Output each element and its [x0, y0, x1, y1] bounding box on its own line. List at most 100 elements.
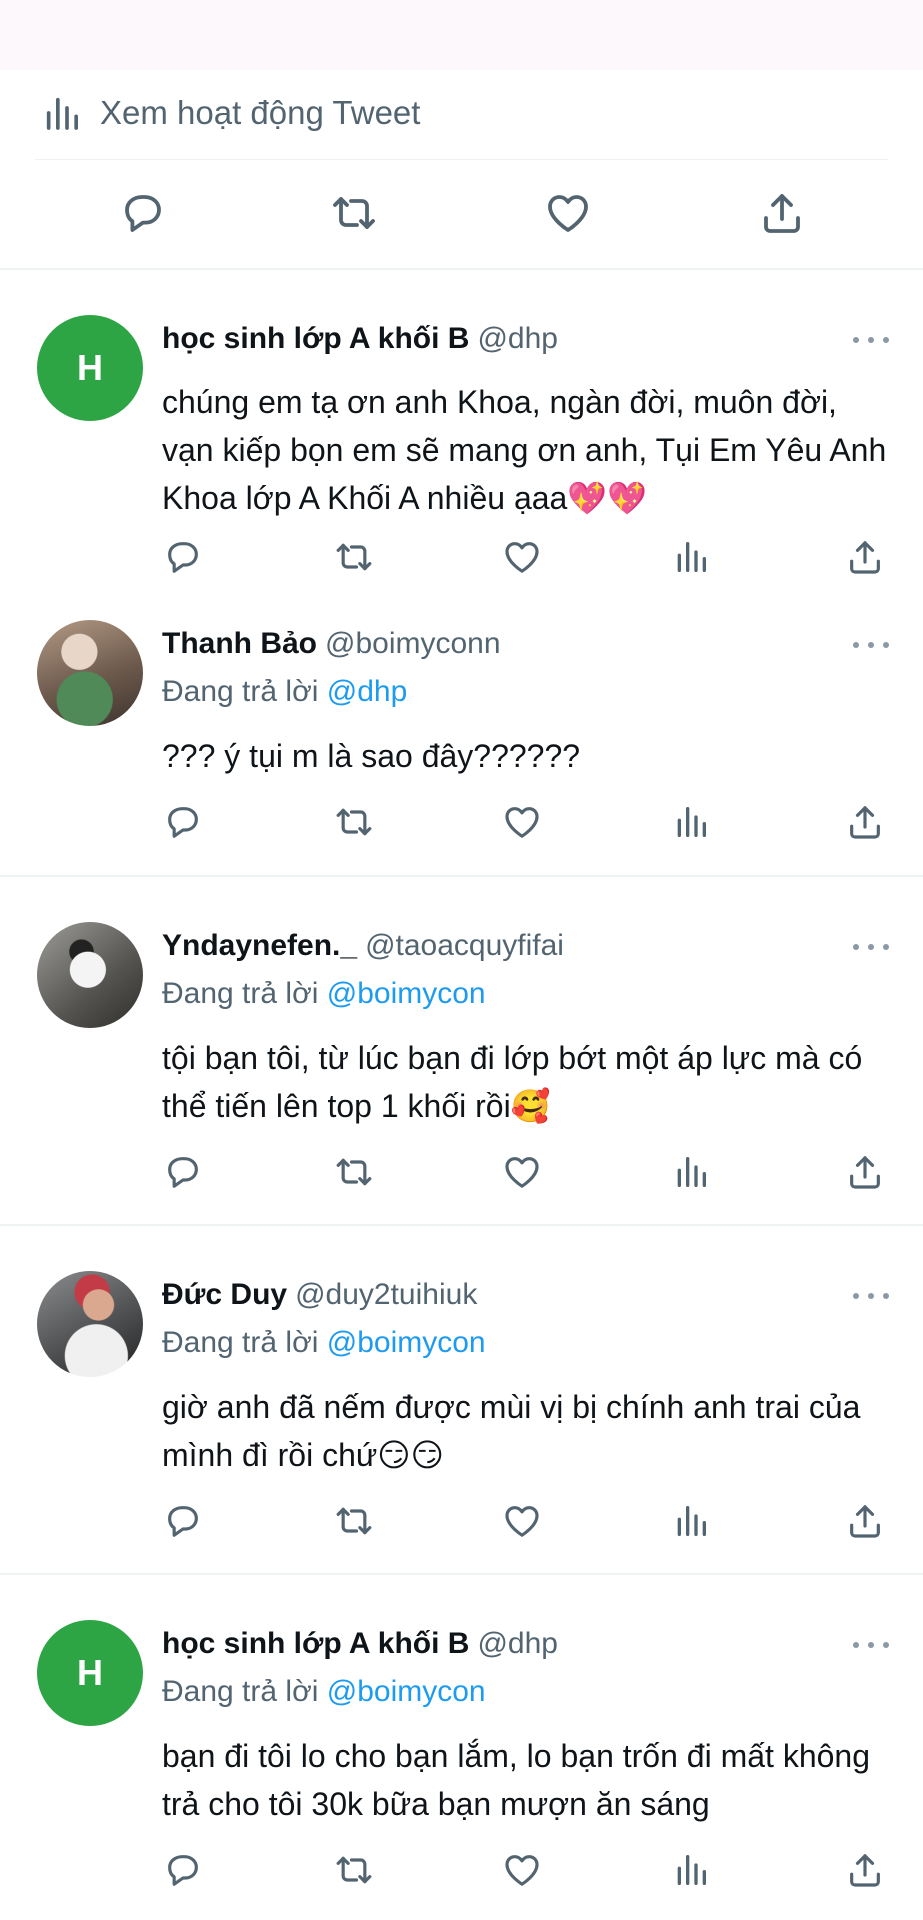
retweet-icon [336, 808, 372, 836]
tweet-header: Đức Duy @duy2tuihiuk [162, 1278, 477, 1312]
user-handle[interactable]: @taoacquyfifai [365, 929, 564, 962]
share-icon [764, 194, 800, 233]
share-button[interactable] [840, 1147, 890, 1197]
user-handle[interactable]: @duy2tuihiuk [295, 1278, 477, 1311]
user-handle[interactable]: @boimyconn [325, 627, 501, 660]
views-chart-icon [677, 542, 706, 572]
heart-icon [505, 1157, 539, 1188]
retweet-icon [333, 197, 375, 229]
share-button[interactable] [840, 797, 890, 847]
top-status-area [0, 0, 923, 70]
more-dots-icon[interactable] [853, 325, 889, 355]
display-name[interactable]: Đức Duy [162, 1278, 287, 1311]
section-divider [0, 1573, 923, 1575]
retweet-button[interactable] [329, 1496, 379, 1546]
tweet-text: bạn đi tôi lo cho bạn lắm, lo bạn trốn đ… [162, 1738, 870, 1822]
share-button[interactable] [840, 532, 890, 582]
retweet-button[interactable] [329, 1845, 379, 1895]
avatar[interactable]: H [37, 1620, 143, 1726]
heart-icon [505, 1506, 539, 1537]
avatar[interactable] [37, 922, 143, 1028]
views-button[interactable] [666, 1147, 716, 1197]
like-button[interactable] [497, 1147, 547, 1197]
retweet-button[interactable] [329, 532, 379, 582]
heart-icon [505, 542, 539, 573]
replying-to: Đang trả lời @boimycon [162, 1675, 486, 1708]
heart-icon [505, 807, 539, 838]
share-icon [850, 1156, 880, 1189]
views-chart-icon [677, 1157, 706, 1187]
more-dots-icon[interactable] [853, 1281, 889, 1311]
reply-icon [168, 1506, 198, 1537]
display-name[interactable]: học sinh lớp A khối B [162, 322, 469, 355]
mention-link[interactable]: @boimycon [327, 977, 486, 1010]
replying-to: Đang trả lời @boimycon [162, 1326, 486, 1359]
tweet-actions [0, 1496, 923, 1546]
avatar[interactable] [37, 620, 143, 726]
user-handle[interactable]: @dhp [477, 1627, 558, 1660]
more-dots-icon[interactable] [853, 1630, 889, 1660]
tweet-text: giờ anh đã nếm được mùi vị bị chính anh … [162, 1389, 861, 1473]
section-divider [0, 268, 923, 270]
like-button[interactable] [497, 532, 547, 582]
divider [35, 159, 888, 160]
mention-link[interactable]: @boimycon [327, 1326, 486, 1359]
more-dots-icon[interactable] [853, 630, 889, 660]
reply-button[interactable] [158, 1496, 208, 1546]
tweet-header: Yndaynefen._ @taoacquyfifai [162, 929, 564, 963]
retweet-icon [336, 543, 372, 571]
tweet-actions [0, 797, 923, 847]
tweet-actions [0, 1147, 923, 1197]
main-retweet-button[interactable] [329, 188, 379, 238]
more-dots-icon[interactable] [853, 932, 889, 962]
tweet-header: học sinh lớp A khối B @dhp [162, 322, 558, 356]
retweet-button[interactable] [329, 797, 379, 847]
reply-button[interactable] [158, 1147, 208, 1197]
display-name[interactable]: Thanh Bảo [162, 627, 317, 660]
share-icon [850, 541, 880, 574]
like-button[interactable] [497, 797, 547, 847]
mention-link[interactable]: @boimycon [327, 1675, 486, 1708]
like-button[interactable] [497, 1496, 547, 1546]
share-icon [850, 806, 880, 839]
views-button[interactable] [666, 797, 716, 847]
reply-button[interactable] [158, 1845, 208, 1895]
views-button[interactable] [666, 1496, 716, 1546]
main-like-button[interactable] [543, 188, 593, 238]
main-reply-button[interactable] [118, 188, 168, 238]
share-button[interactable] [840, 1496, 890, 1546]
retweet-icon [336, 1158, 372, 1186]
tweet-text: ??? ý tụi m là sao đây?????? [162, 738, 581, 774]
views-button[interactable] [666, 1845, 716, 1895]
retweet-button[interactable] [329, 1147, 379, 1197]
tweet-header: học sinh lớp A khối B @dhp [162, 1627, 558, 1661]
avatar[interactable] [37, 1271, 143, 1377]
tweet-activity-label: Xem hoạt động Tweet [100, 94, 421, 131]
tweet-text: tội bạn tôi, từ lúc bạn đi lớp bớt một á… [162, 1040, 863, 1124]
views-chart-icon [677, 1855, 706, 1885]
retweet-icon [336, 1507, 372, 1535]
share-button[interactable] [840, 1845, 890, 1895]
retweet-icon [336, 1856, 372, 1884]
views-chart-icon [677, 1506, 706, 1536]
tweet-activity-link[interactable]: Xem hoạt động Tweet [42, 88, 420, 138]
reply-icon [168, 1855, 198, 1886]
share-icon [850, 1505, 880, 1538]
reply-icon [168, 1157, 198, 1188]
main-share-button[interactable] [757, 188, 807, 238]
user-handle[interactable]: @dhp [477, 322, 558, 355]
heart-icon [548, 195, 588, 232]
avatar[interactable]: H [37, 315, 143, 421]
reply-icon [168, 807, 198, 838]
replying-to: Đang trả lời @boimycon [162, 977, 486, 1010]
section-divider [0, 1224, 923, 1226]
mention-link[interactable]: @dhp [327, 675, 408, 708]
views-chart-icon [46, 97, 78, 130]
like-button[interactable] [497, 1845, 547, 1895]
display-name[interactable]: học sinh lớp A khối B [162, 1627, 469, 1660]
reply-button[interactable] [158, 532, 208, 582]
display-name[interactable]: Yndaynefen._ [162, 929, 357, 962]
views-button[interactable] [666, 532, 716, 582]
reply-button[interactable] [158, 797, 208, 847]
heart-icon [505, 1855, 539, 1886]
